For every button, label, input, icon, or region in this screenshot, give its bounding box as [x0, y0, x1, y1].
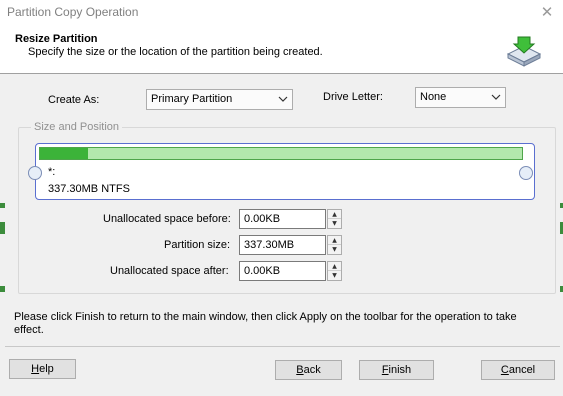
back-button[interactable]: Back	[275, 360, 342, 380]
unalloc-after-input[interactable]: 0.00KB	[239, 261, 326, 281]
unalloc-before-label: Unallocated space before:	[103, 213, 231, 225]
partition-disk-icon	[506, 36, 542, 67]
unalloc-before-stepper[interactable]: ▲ ▼	[327, 209, 342, 229]
spin-down-icon[interactable]: ▼	[328, 271, 341, 280]
title-bar: Partition Copy Operation ✕	[0, 0, 563, 26]
background-edge	[0, 222, 5, 234]
group-legend: Size and Position	[31, 121, 122, 133]
cancel-button[interactable]: Cancel	[481, 360, 555, 380]
finish-label: inish	[388, 364, 412, 376]
window-title: Partition Copy Operation	[7, 5, 139, 19]
spin-up-icon[interactable]: ▲	[328, 236, 341, 245]
wizard-header: Resize Partition Specify the size or the…	[0, 26, 563, 74]
partition-size-input[interactable]: 337.30MB	[239, 235, 326, 255]
right-resize-handle[interactable]	[519, 166, 533, 180]
partition-size-value: 337.30MB	[244, 239, 295, 251]
spin-up-icon[interactable]: ▲	[328, 262, 341, 271]
background-edge	[0, 203, 5, 208]
page-description: Specify the size or the location of the …	[28, 46, 323, 58]
footer-divider	[5, 346, 560, 347]
help-label: elp	[39, 363, 54, 375]
close-icon[interactable]: ✕	[539, 4, 555, 20]
unalloc-after-label: Unallocated space after:	[110, 265, 229, 277]
chevron-down-icon	[491, 94, 501, 100]
spin-down-icon[interactable]: ▼	[328, 219, 341, 228]
spin-down-icon[interactable]: ▼	[328, 245, 341, 254]
chevron-down-icon	[278, 96, 288, 102]
partition-map[interactable]: *: 337.30MB NTFS	[35, 143, 535, 200]
background-edge	[0, 286, 5, 292]
page-title: Resize Partition	[15, 33, 98, 45]
unalloc-before-input[interactable]: 0.00KB	[239, 209, 326, 229]
unalloc-after-stepper[interactable]: ▲ ▼	[327, 261, 342, 281]
unalloc-after-value: 0.00KB	[244, 265, 281, 277]
finish-mnemonic: F	[381, 364, 389, 376]
help-mnemonic: H	[31, 363, 40, 375]
drive-letter-label: Drive Letter:	[323, 91, 383, 103]
spin-up-icon[interactable]: ▲	[328, 210, 341, 219]
partition-size-label: Partition size:	[164, 239, 231, 251]
partition-usage-fill	[40, 148, 89, 159]
help-button[interactable]: Help	[9, 359, 76, 379]
drive-letter-select[interactable]: None	[415, 87, 506, 108]
left-resize-handle[interactable]	[28, 166, 42, 180]
create-as-label: Create As:	[48, 94, 100, 106]
drive-letter-value: None	[420, 91, 447, 103]
back-label: ack	[303, 364, 321, 376]
partition-size-stepper[interactable]: ▲ ▼	[327, 235, 342, 255]
cancel-mnemonic: C	[500, 364, 509, 376]
create-as-value: Primary Partition	[151, 93, 233, 105]
finish-button[interactable]: Finish	[359, 360, 434, 380]
partition-info: 337.30MB NTFS	[48, 183, 130, 195]
cancel-label: ancel	[508, 364, 536, 376]
partition-usage-bar	[39, 147, 523, 160]
info-message: Please click Finish to return to the mai…	[14, 311, 517, 336]
create-as-select[interactable]: Primary Partition	[146, 89, 293, 110]
back-mnemonic: B	[296, 364, 304, 376]
unalloc-before-value: 0.00KB	[244, 213, 281, 225]
partition-name: *:	[48, 166, 56, 178]
